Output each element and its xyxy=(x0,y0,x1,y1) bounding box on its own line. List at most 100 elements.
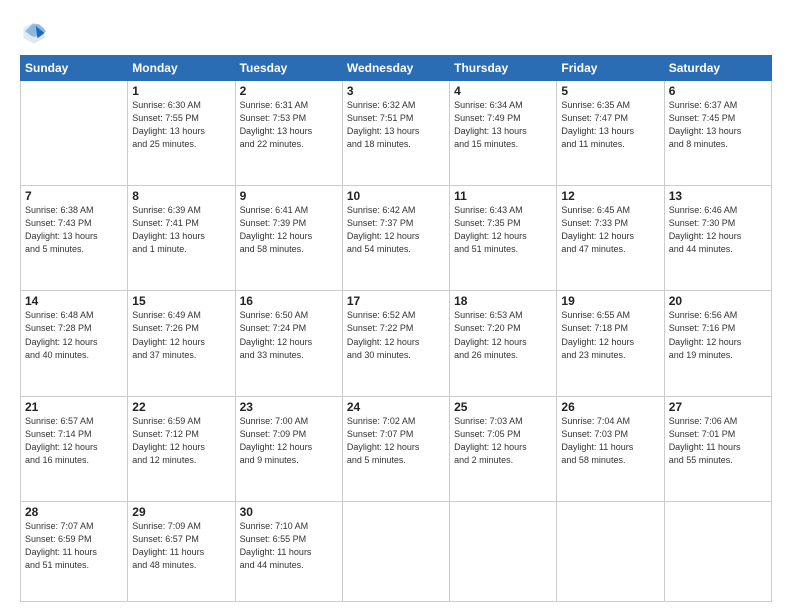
calendar-cell: 28Sunrise: 7:07 AM Sunset: 6:59 PM Dayli… xyxy=(21,501,128,601)
calendar-cell: 2Sunrise: 6:31 AM Sunset: 7:53 PM Daylig… xyxy=(235,81,342,186)
calendar-cell: 30Sunrise: 7:10 AM Sunset: 6:55 PM Dayli… xyxy=(235,501,342,601)
day-number: 11 xyxy=(454,189,552,203)
calendar-cell xyxy=(21,81,128,186)
calendar-cell: 23Sunrise: 7:00 AM Sunset: 7:09 PM Dayli… xyxy=(235,396,342,501)
day-header-tuesday: Tuesday xyxy=(235,56,342,81)
logo xyxy=(20,19,51,47)
calendar-cell: 29Sunrise: 7:09 AM Sunset: 6:57 PM Dayli… xyxy=(128,501,235,601)
day-content: Sunrise: 6:56 AM Sunset: 7:16 PM Dayligh… xyxy=(669,309,767,361)
day-content: Sunrise: 7:10 AM Sunset: 6:55 PM Dayligh… xyxy=(240,520,338,572)
day-content: Sunrise: 6:41 AM Sunset: 7:39 PM Dayligh… xyxy=(240,204,338,256)
day-number: 13 xyxy=(669,189,767,203)
day-header-saturday: Saturday xyxy=(664,56,771,81)
calendar-cell: 15Sunrise: 6:49 AM Sunset: 7:26 PM Dayli… xyxy=(128,291,235,396)
day-number: 28 xyxy=(25,505,123,519)
day-content: Sunrise: 7:03 AM Sunset: 7:05 PM Dayligh… xyxy=(454,415,552,467)
calendar-cell: 12Sunrise: 6:45 AM Sunset: 7:33 PM Dayli… xyxy=(557,186,664,291)
calendar-cell: 17Sunrise: 6:52 AM Sunset: 7:22 PM Dayli… xyxy=(342,291,449,396)
day-header-friday: Friday xyxy=(557,56,664,81)
calendar-table: SundayMondayTuesdayWednesdayThursdayFrid… xyxy=(20,55,772,602)
page: SundayMondayTuesdayWednesdayThursdayFrid… xyxy=(0,0,792,612)
calendar-cell: 21Sunrise: 6:57 AM Sunset: 7:14 PM Dayli… xyxy=(21,396,128,501)
calendar-cell xyxy=(342,501,449,601)
day-number: 9 xyxy=(240,189,338,203)
day-number: 30 xyxy=(240,505,338,519)
day-header-monday: Monday xyxy=(128,56,235,81)
day-header-wednesday: Wednesday xyxy=(342,56,449,81)
day-content: Sunrise: 6:45 AM Sunset: 7:33 PM Dayligh… xyxy=(561,204,659,256)
day-number: 24 xyxy=(347,400,445,414)
calendar-cell xyxy=(664,501,771,601)
calendar-cell: 6Sunrise: 6:37 AM Sunset: 7:45 PM Daylig… xyxy=(664,81,771,186)
day-number: 22 xyxy=(132,400,230,414)
calendar-week-row: 28Sunrise: 7:07 AM Sunset: 6:59 PM Dayli… xyxy=(21,501,772,601)
day-header-thursday: Thursday xyxy=(450,56,557,81)
day-content: Sunrise: 6:50 AM Sunset: 7:24 PM Dayligh… xyxy=(240,309,338,361)
day-content: Sunrise: 6:55 AM Sunset: 7:18 PM Dayligh… xyxy=(561,309,659,361)
day-number: 29 xyxy=(132,505,230,519)
day-number: 17 xyxy=(347,294,445,308)
day-content: Sunrise: 7:07 AM Sunset: 6:59 PM Dayligh… xyxy=(25,520,123,572)
calendar-cell: 1Sunrise: 6:30 AM Sunset: 7:55 PM Daylig… xyxy=(128,81,235,186)
calendar-cell: 4Sunrise: 6:34 AM Sunset: 7:49 PM Daylig… xyxy=(450,81,557,186)
day-content: Sunrise: 6:57 AM Sunset: 7:14 PM Dayligh… xyxy=(25,415,123,467)
day-number: 1 xyxy=(132,84,230,98)
day-number: 10 xyxy=(347,189,445,203)
calendar-cell: 7Sunrise: 6:38 AM Sunset: 7:43 PM Daylig… xyxy=(21,186,128,291)
calendar-cell: 13Sunrise: 6:46 AM Sunset: 7:30 PM Dayli… xyxy=(664,186,771,291)
calendar-cell: 24Sunrise: 7:02 AM Sunset: 7:07 PM Dayli… xyxy=(342,396,449,501)
day-content: Sunrise: 6:53 AM Sunset: 7:20 PM Dayligh… xyxy=(454,309,552,361)
day-number: 2 xyxy=(240,84,338,98)
day-content: Sunrise: 6:59 AM Sunset: 7:12 PM Dayligh… xyxy=(132,415,230,467)
day-content: Sunrise: 6:48 AM Sunset: 7:28 PM Dayligh… xyxy=(25,309,123,361)
calendar-cell xyxy=(557,501,664,601)
day-content: Sunrise: 6:32 AM Sunset: 7:51 PM Dayligh… xyxy=(347,99,445,151)
day-content: Sunrise: 7:09 AM Sunset: 6:57 PM Dayligh… xyxy=(132,520,230,572)
calendar-cell: 20Sunrise: 6:56 AM Sunset: 7:16 PM Dayli… xyxy=(664,291,771,396)
day-content: Sunrise: 6:30 AM Sunset: 7:55 PM Dayligh… xyxy=(132,99,230,151)
calendar-cell: 8Sunrise: 6:39 AM Sunset: 7:41 PM Daylig… xyxy=(128,186,235,291)
calendar-cell xyxy=(450,501,557,601)
day-content: Sunrise: 6:38 AM Sunset: 7:43 PM Dayligh… xyxy=(25,204,123,256)
day-number: 20 xyxy=(669,294,767,308)
calendar-cell: 26Sunrise: 7:04 AM Sunset: 7:03 PM Dayli… xyxy=(557,396,664,501)
calendar-week-row: 21Sunrise: 6:57 AM Sunset: 7:14 PM Dayli… xyxy=(21,396,772,501)
day-content: Sunrise: 7:00 AM Sunset: 7:09 PM Dayligh… xyxy=(240,415,338,467)
day-header-sunday: Sunday xyxy=(21,56,128,81)
calendar-cell: 5Sunrise: 6:35 AM Sunset: 7:47 PM Daylig… xyxy=(557,81,664,186)
calendar-cell: 11Sunrise: 6:43 AM Sunset: 7:35 PM Dayli… xyxy=(450,186,557,291)
day-number: 23 xyxy=(240,400,338,414)
calendar-cell: 16Sunrise: 6:50 AM Sunset: 7:24 PM Dayli… xyxy=(235,291,342,396)
day-content: Sunrise: 6:52 AM Sunset: 7:22 PM Dayligh… xyxy=(347,309,445,361)
day-content: Sunrise: 7:02 AM Sunset: 7:07 PM Dayligh… xyxy=(347,415,445,467)
day-number: 6 xyxy=(669,84,767,98)
calendar-cell: 14Sunrise: 6:48 AM Sunset: 7:28 PM Dayli… xyxy=(21,291,128,396)
calendar-cell: 9Sunrise: 6:41 AM Sunset: 7:39 PM Daylig… xyxy=(235,186,342,291)
day-number: 8 xyxy=(132,189,230,203)
day-content: Sunrise: 6:39 AM Sunset: 7:41 PM Dayligh… xyxy=(132,204,230,256)
day-content: Sunrise: 6:37 AM Sunset: 7:45 PM Dayligh… xyxy=(669,99,767,151)
day-number: 27 xyxy=(669,400,767,414)
day-number: 5 xyxy=(561,84,659,98)
day-number: 21 xyxy=(25,400,123,414)
day-content: Sunrise: 7:04 AM Sunset: 7:03 PM Dayligh… xyxy=(561,415,659,467)
day-number: 4 xyxy=(454,84,552,98)
day-content: Sunrise: 6:43 AM Sunset: 7:35 PM Dayligh… xyxy=(454,204,552,256)
calendar-cell: 25Sunrise: 7:03 AM Sunset: 7:05 PM Dayli… xyxy=(450,396,557,501)
calendar-cell: 27Sunrise: 7:06 AM Sunset: 7:01 PM Dayli… xyxy=(664,396,771,501)
day-content: Sunrise: 6:31 AM Sunset: 7:53 PM Dayligh… xyxy=(240,99,338,151)
calendar-cell: 22Sunrise: 6:59 AM Sunset: 7:12 PM Dayli… xyxy=(128,396,235,501)
day-content: Sunrise: 6:46 AM Sunset: 7:30 PM Dayligh… xyxy=(669,204,767,256)
calendar-week-row: 7Sunrise: 6:38 AM Sunset: 7:43 PM Daylig… xyxy=(21,186,772,291)
day-content: Sunrise: 7:06 AM Sunset: 7:01 PM Dayligh… xyxy=(669,415,767,467)
logo-icon xyxy=(20,19,48,47)
day-number: 16 xyxy=(240,294,338,308)
header xyxy=(20,15,772,47)
calendar-cell: 18Sunrise: 6:53 AM Sunset: 7:20 PM Dayli… xyxy=(450,291,557,396)
day-content: Sunrise: 6:35 AM Sunset: 7:47 PM Dayligh… xyxy=(561,99,659,151)
day-number: 7 xyxy=(25,189,123,203)
calendar-week-row: 1Sunrise: 6:30 AM Sunset: 7:55 PM Daylig… xyxy=(21,81,772,186)
day-number: 12 xyxy=(561,189,659,203)
day-number: 26 xyxy=(561,400,659,414)
day-content: Sunrise: 6:49 AM Sunset: 7:26 PM Dayligh… xyxy=(132,309,230,361)
